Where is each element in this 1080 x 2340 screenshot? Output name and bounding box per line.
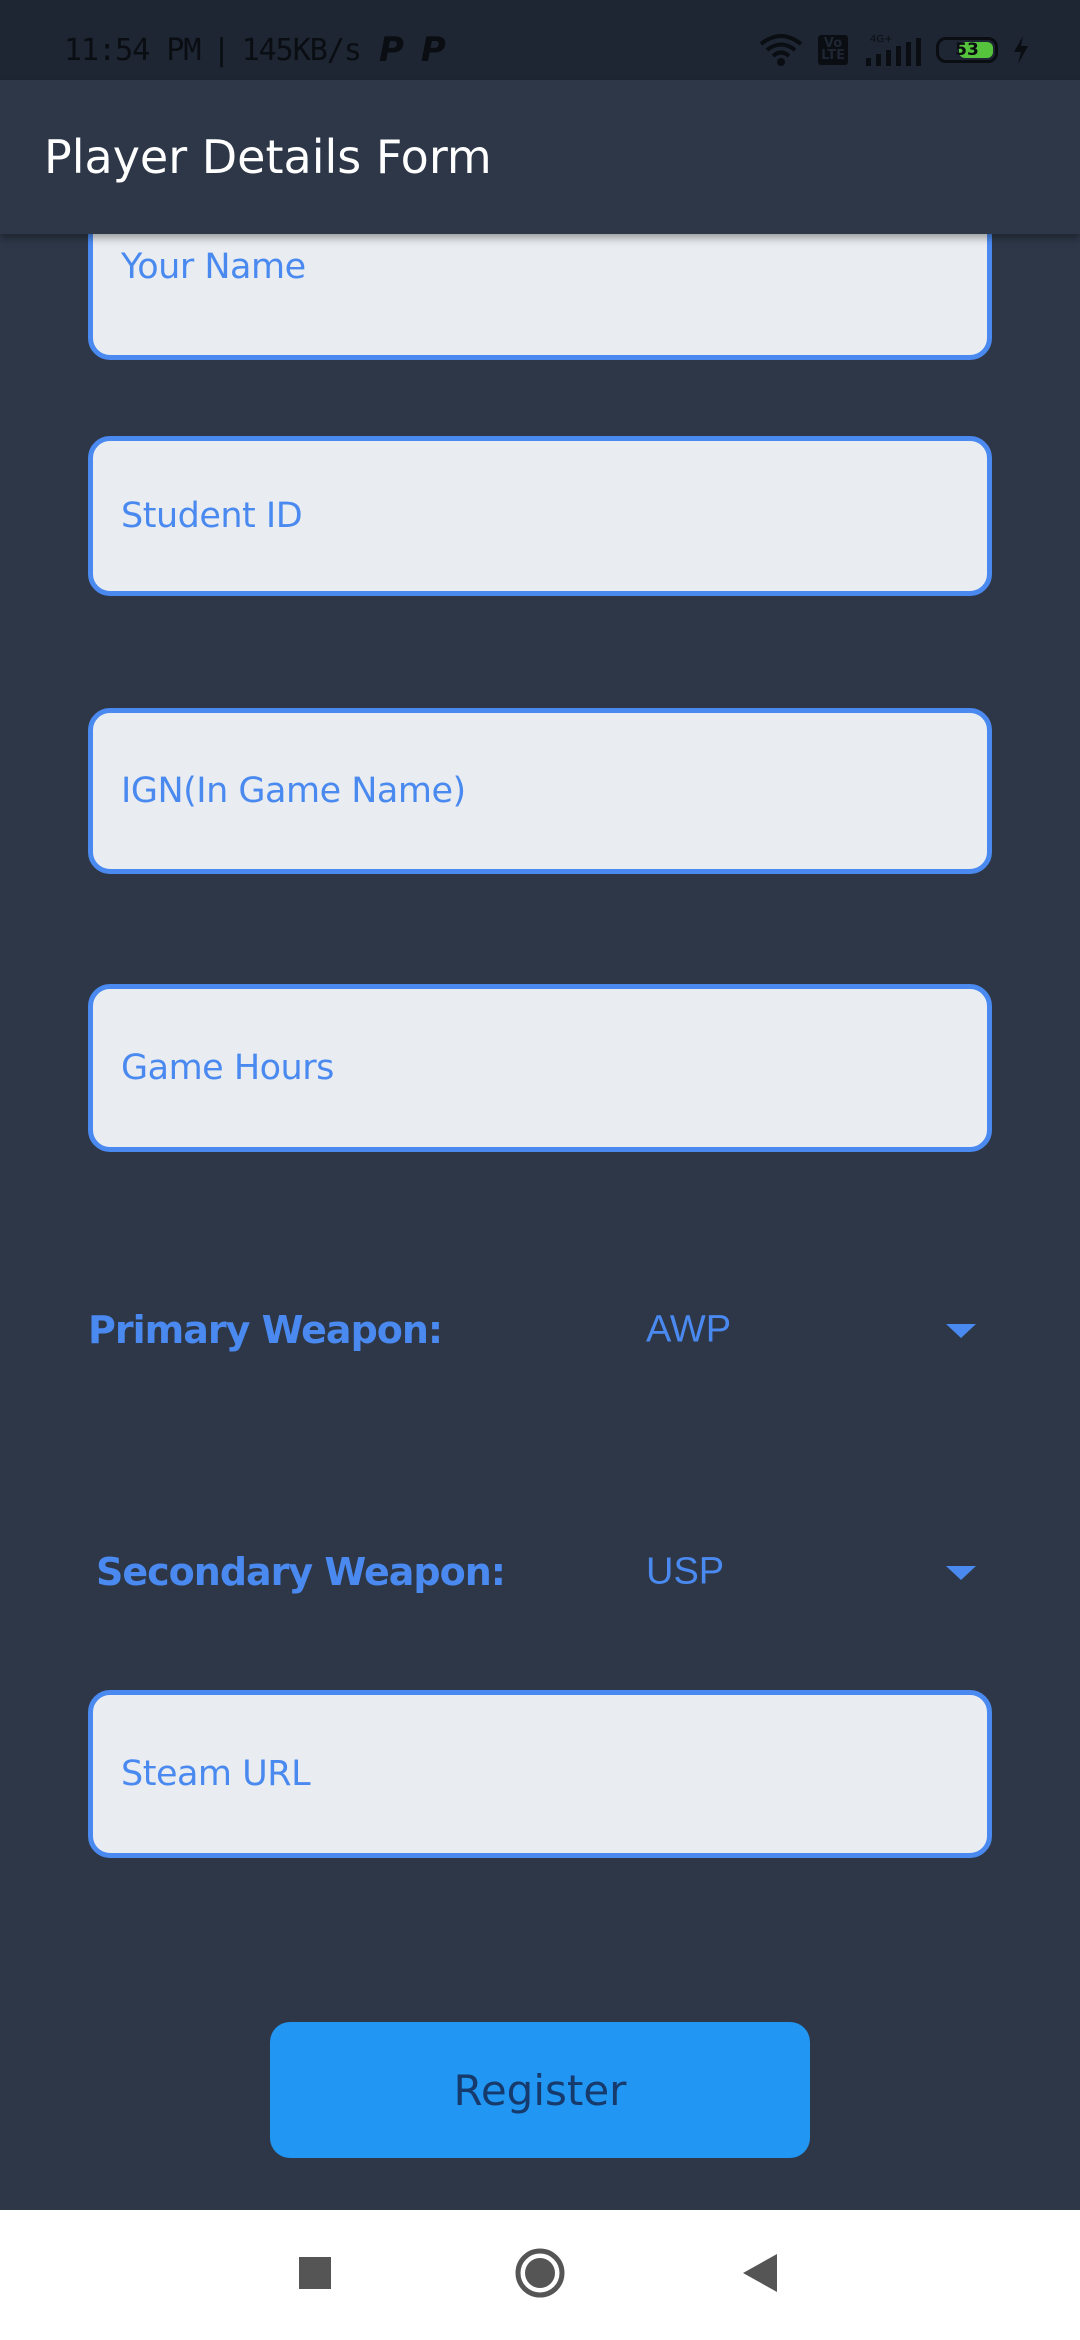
- secondary-weapon-row: Secondary Weapon: USP: [88, 1532, 992, 1612]
- app-bar: Player Details Form: [0, 80, 1080, 234]
- name-field[interactable]: Your Name: [88, 234, 992, 360]
- wifi-icon: [758, 33, 804, 67]
- navigation-bar: [0, 2210, 1080, 2340]
- status-bar: 11:54 PM | 145KB/s P P Vo LTE 4G+ 53: [0, 0, 1080, 80]
- steam-url-field[interactable]: Steam URL: [88, 1690, 992, 1858]
- ign-placeholder: IGN(In Game Name): [121, 771, 466, 811]
- status-time: 11:54 PM: [64, 32, 201, 68]
- home-icon: [514, 2247, 566, 2304]
- network-speed: 145KB/s: [241, 32, 362, 68]
- signal-icon: 4G+: [862, 32, 922, 68]
- student-id-field[interactable]: Student ID: [88, 436, 992, 596]
- chevron-down-icon: [946, 1324, 976, 1338]
- primary-weapon-value: AWP: [646, 1308, 732, 1351]
- student-id-placeholder: Student ID: [121, 496, 303, 536]
- battery-icon: 53: [936, 37, 998, 63]
- battery-level: 53: [955, 40, 979, 60]
- svg-text:4G+: 4G+: [870, 34, 893, 45]
- home-button[interactable]: [475, 2210, 605, 2340]
- game-hours-field[interactable]: Game Hours: [88, 984, 992, 1152]
- game-hours-placeholder: Game Hours: [121, 1048, 334, 1088]
- back-button[interactable]: [695, 2210, 825, 2340]
- recents-button[interactable]: [250, 2210, 380, 2340]
- page-title: Player Details Form: [44, 130, 492, 184]
- recents-icon: [299, 2256, 331, 2294]
- steam-url-placeholder: Steam URL: [121, 1754, 311, 1794]
- secondary-weapon-dropdown[interactable]: USP: [628, 1532, 992, 1612]
- primary-weapon-dropdown[interactable]: AWP: [628, 1290, 992, 1370]
- volte-icon: Vo LTE: [818, 35, 848, 65]
- primary-weapon-label: Primary Weapon:: [88, 1308, 443, 1352]
- back-icon: [743, 2253, 777, 2297]
- charging-icon: [1012, 35, 1030, 65]
- primary-weapon-row: Primary Weapon: AWP: [88, 1290, 992, 1370]
- ign-field[interactable]: IGN(In Game Name): [88, 708, 992, 874]
- secondary-weapon-label: Secondary Weapon:: [96, 1550, 506, 1594]
- chevron-down-icon: [946, 1566, 976, 1580]
- name-placeholder: Your Name: [121, 247, 306, 287]
- p-app-icon: P: [379, 30, 404, 70]
- form-scroll-area[interactable]: Your Name Student ID IGN(In Game Name) G…: [0, 234, 1080, 2210]
- status-separator: |: [212, 32, 231, 68]
- register-button[interactable]: Register: [270, 2022, 810, 2158]
- secondary-weapon-value: USP: [646, 1550, 725, 1593]
- p-app-icon: P: [420, 30, 446, 70]
